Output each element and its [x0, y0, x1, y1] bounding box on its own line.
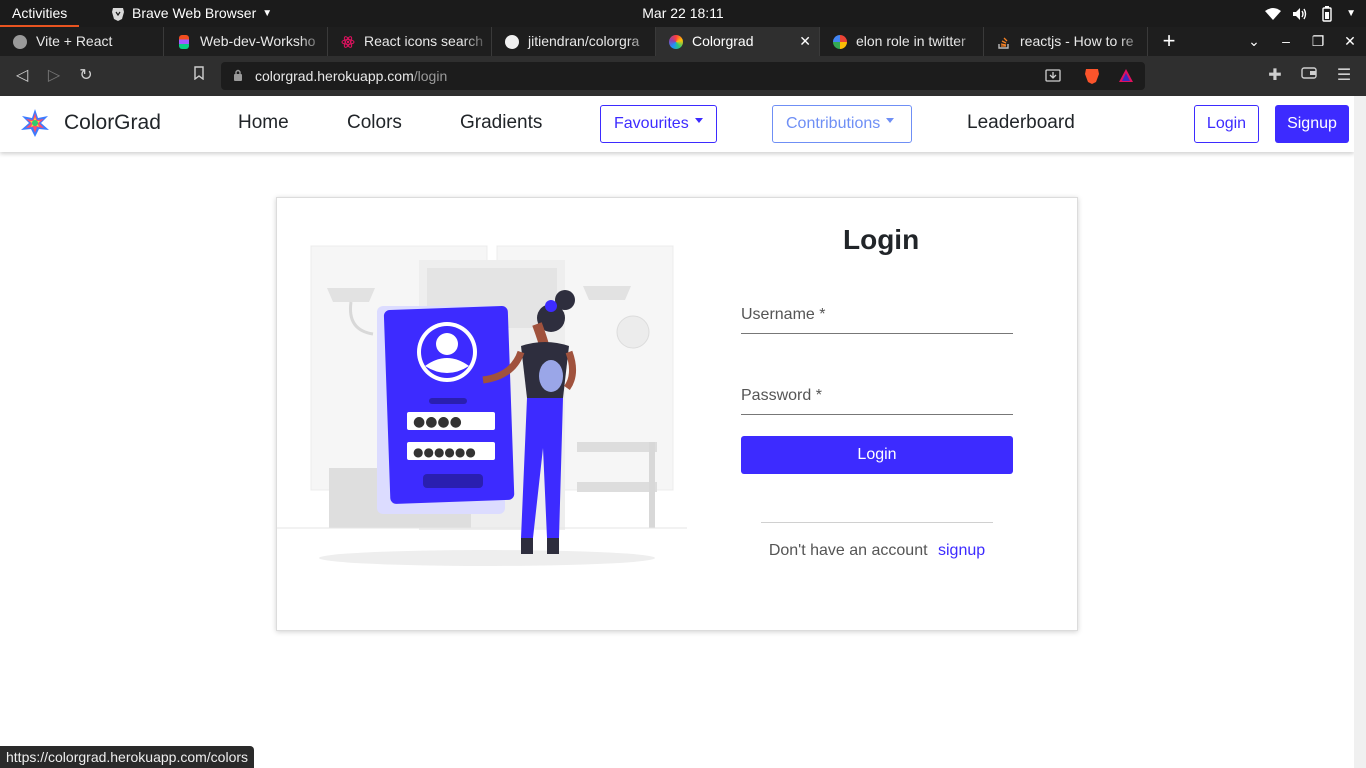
nav-colors[interactable]: Colors [347, 112, 402, 134]
back-icon[interactable]: ◁ [11, 65, 33, 87]
activities-button[interactable]: Activities [0, 0, 80, 27]
app-menu[interactable]: Brave Web Browser ▼ [110, 0, 272, 27]
contributions-dropdown[interactable]: Contributions [772, 105, 912, 143]
address-bar[interactable]: colorgrad.herokuapp.com/login [221, 62, 1145, 90]
close-tab-icon[interactable]: ✕ [799, 27, 811, 56]
window-controls: ⌄ – ❐ ✕ [1238, 27, 1366, 56]
form-divider [761, 522, 993, 523]
tab-search-chevron-icon[interactable]: ⌄ [1238, 27, 1270, 56]
bookmark-icon[interactable] [188, 65, 210, 87]
nav-leaderboard[interactable]: Leaderboard [967, 112, 1075, 134]
menu-icon[interactable]: ☰ [1333, 65, 1355, 87]
github-icon [505, 35, 519, 49]
google-icon [833, 35, 847, 49]
brave-rewards-icon[interactable] [1117, 67, 1135, 85]
svg-text:●●●●: ●●●● [413, 414, 462, 430]
install-app-icon[interactable] [1044, 67, 1062, 85]
signup-link[interactable]: signup [938, 542, 985, 559]
tab-web-dev-workshop[interactable]: Web-dev-Worksho [164, 27, 328, 56]
lock-icon [234, 69, 242, 81]
tab-react-icons[interactable]: React icons search [328, 27, 492, 56]
system-menu-chevron-icon: ▼ [1346, 8, 1356, 19]
contributions-label: Contributions [786, 115, 881, 132]
extensions-icon[interactable]: ✚ [1264, 65, 1286, 87]
url-host: colorgrad.herokuapp.com [255, 68, 414, 84]
tab-title: reactjs - How to re [1020, 33, 1134, 49]
brand[interactable]: ColorGrad [20, 108, 161, 138]
react-icon [341, 36, 355, 48]
brand-name: ColorGrad [64, 111, 161, 134]
login-title: Login [843, 224, 920, 255]
password-field[interactable]: Password * [741, 379, 1013, 415]
tab-colorgrad[interactable]: Colorgrad ✕ [656, 27, 820, 56]
svg-text:●●●●●●: ●●●●●● [413, 445, 476, 459]
caret-down-icon [694, 118, 703, 124]
page-scrollbar[interactable] [1354, 96, 1366, 768]
favourites-label: Favourites [614, 115, 689, 132]
no-account-text: Don't have an account [768, 542, 928, 559]
brave-lion-icon [112, 7, 124, 21]
system-top-bar: Activities Brave Web Browser ▼ Mar 22 18… [0, 0, 1366, 27]
system-tray[interactable]: ▼ [1264, 0, 1356, 27]
tab-title: Colorgrad [692, 33, 754, 49]
tab-github[interactable]: jitiendran/colorgra [492, 27, 656, 56]
web-page: ColorGrad Home Colors Gradients Favourit… [0, 96, 1366, 768]
url-path: /login [413, 68, 448, 84]
tab-title: Vite + React [36, 33, 113, 49]
username-input[interactable] [741, 298, 1013, 334]
figma-icon [179, 35, 189, 49]
tab-stackoverflow[interactable]: reactjs - How to re [984, 27, 1148, 56]
nav-gradients[interactable]: Gradients [460, 112, 542, 134]
tab-fade [463, 27, 491, 56]
tab-strip: Vite + React Web-dev-Worksho React icons… [0, 27, 1366, 56]
new-tab-button[interactable]: + [1148, 27, 1190, 56]
minimize-icon[interactable]: – [1270, 27, 1302, 56]
tab-title: elon role in twitter [856, 33, 966, 49]
tab-fade [627, 27, 655, 56]
site-navbar: ColorGrad Home Colors Gradients Favourit… [0, 96, 1354, 152]
forward-icon[interactable]: ▷ [43, 65, 65, 87]
wifi-icon [1265, 7, 1282, 20]
tab-google-search[interactable]: elon role in twitter [820, 27, 984, 56]
password-input[interactable] [741, 379, 1013, 415]
status-bar-url: https://colorgrad.herokuapp.com/colors [0, 746, 255, 768]
close-window-icon[interactable]: ✕ [1334, 27, 1366, 56]
tab-fade [299, 27, 327, 56]
maximize-icon[interactable]: ❐ [1302, 27, 1334, 56]
chevron-down-icon: ▼ [262, 8, 273, 19]
nav-home[interactable]: Home [238, 112, 289, 134]
url-text: colorgrad.herokuapp.com/login [255, 62, 447, 90]
app-menu-label: Brave Web Browser [132, 5, 257, 21]
login-illustration: ●●●● ●●●●●● [277, 245, 687, 566]
browser-toolbar: ◁ ▷ ↻ colorgrad.herokuapp.com/login ✚ ☰ [0, 56, 1366, 96]
colorgrad-logo-icon [21, 109, 49, 137]
colorgrad-logo-icon [669, 35, 683, 49]
clock[interactable]: Mar 22 18:11 [642, 5, 723, 21]
reload-icon[interactable]: ↻ [75, 65, 97, 87]
signup-prompt: Don't have an account signup [741, 542, 1013, 560]
battery-icon [1322, 5, 1332, 22]
navbar-login-button[interactable]: Login [1194, 105, 1259, 143]
login-submit-button[interactable]: Login [741, 436, 1013, 474]
username-field[interactable]: Username * [741, 298, 1013, 334]
tab-title: jitiendran/colorgra [528, 33, 640, 49]
login-card: ●●●● ●●●●●● Login Username * Password * [276, 197, 1078, 631]
globe-icon [13, 35, 27, 49]
favourites-dropdown[interactable]: Favourites [600, 105, 717, 143]
tab-vite-react[interactable]: Vite + React [0, 27, 164, 56]
navbar-signup-button[interactable]: Signup [1275, 105, 1349, 143]
caret-down-icon [886, 118, 895, 124]
tab-fade [955, 27, 983, 56]
brave-shields-icon[interactable] [1083, 67, 1101, 85]
volume-icon [1293, 7, 1307, 20]
stackoverflow-icon [998, 37, 1009, 49]
tab-fade [1119, 27, 1147, 56]
wallet-icon[interactable] [1298, 65, 1320, 87]
